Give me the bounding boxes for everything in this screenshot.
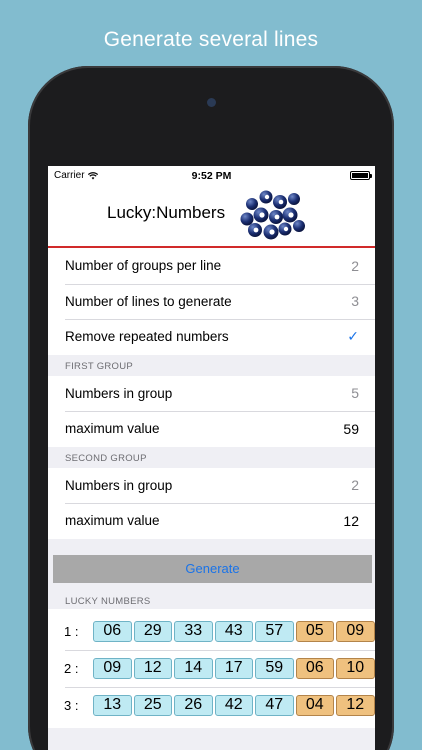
lucky-line-label: 3 : — [64, 697, 79, 713]
first-group: Numbers in group 5 maximum value 59 — [48, 375, 375, 447]
groups-per-line-row[interactable]: Number of groups per line 2 — [48, 248, 375, 284]
main-number: 09 — [93, 657, 132, 679]
first-group-max-value[interactable]: 59 — [343, 421, 359, 437]
lucky-numbers-list: 1 :06 29 33 43 57 05 09 2 :09 12 14 17 59 06 10 3 :13 2… — [48, 608, 375, 728]
main-number: 29 — [133, 620, 172, 642]
app-screen: Carrier 9:52 PM Lucky:Numbers Number of … — [48, 166, 375, 750]
extra-number: 09 — [336, 620, 375, 642]
main-number: 33 — [174, 620, 213, 642]
extra-number: 04 — [295, 694, 334, 716]
promo-headline: Generate several lines — [103, 28, 319, 51]
first-group-numbers-value: 5 — [351, 385, 359, 402]
settings-group: Number of groups per line 2 Number of li… — [48, 248, 375, 355]
main-number: 06 — [93, 620, 132, 642]
front-camera — [207, 98, 216, 107]
extra-number: 06 — [295, 657, 334, 679]
main-number: 42 — [214, 694, 253, 716]
main-number: 47 — [255, 694, 294, 716]
main-number: 57 — [255, 620, 294, 642]
first-group-max-row[interactable]: maximum value 59 — [48, 411, 375, 447]
second-group-numbers-label: Numbers in group — [65, 477, 173, 493]
lines-to-generate-row[interactable]: Number of lines to generate 3 — [48, 283, 375, 320]
extra-number: 05 — [295, 620, 334, 642]
remove-repeated-label: Remove repeated numbers — [65, 329, 229, 345]
first-group-numbers-label: Numbers in group — [65, 385, 173, 401]
lines-to-generate-value: 3 — [351, 293, 359, 310]
main-number: 25 — [133, 694, 172, 716]
extra-number: 12 — [336, 694, 375, 716]
main-number: 13 — [93, 694, 132, 716]
app-title: Lucky:Numbers — [107, 203, 226, 222]
lucky-line: 2 : 09 12 14 17 59 06 10 — [48, 649, 375, 687]
groups-per-line-label: Number of groups per line — [65, 258, 222, 274]
first-group-numbers-row[interactable]: Numbers in group 5 — [48, 376, 375, 412]
lucky-line-label: 2 : — [64, 660, 79, 676]
second-group: Numbers in group 2 maximum value 12 — [48, 467, 375, 539]
status-time: 9:52 PM — [191, 170, 232, 182]
main-number: 14 — [174, 657, 213, 679]
second-group-header: SECOND GROUP — [65, 452, 147, 464]
lucky-numbers-header: LUCKY NUMBERS — [65, 595, 151, 607]
app-header: Lucky:Numbers — [48, 186, 375, 248]
checkmark-icon: ✓ — [347, 328, 359, 345]
extra-number: 10 — [336, 657, 375, 679]
remove-repeated-row[interactable]: Remove repeated numbers ✓ — [48, 319, 375, 355]
lines-to-generate-label: Number of lines to generate — [65, 293, 232, 309]
main-number: 17 — [214, 657, 253, 679]
main-number: 43 — [214, 620, 253, 642]
lucky-line: 1 : 06 29 33 43 57 05 09 — [48, 613, 375, 650]
lucky-line: 3 : 13 25 26 42 47 04 12 — [48, 686, 375, 724]
second-group-numbers-value: 2 — [351, 477, 359, 494]
first-group-header: FIRST GROUP — [65, 360, 134, 372]
second-group-max-row[interactable]: maximum value 12 — [48, 503, 375, 539]
second-group-max-value[interactable]: 12 — [343, 513, 359, 529]
status-bar: Carrier 9:52 PM — [48, 166, 375, 186]
main-number: 26 — [174, 694, 213, 716]
second-group-max-label: maximum value — [65, 513, 160, 529]
second-group-numbers-row[interactable]: Numbers in group 2 — [48, 468, 375, 504]
groups-per-line-value: 2 — [351, 257, 359, 274]
lucky-line-label: 1 : — [64, 623, 79, 639]
battery-icon — [350, 171, 372, 180]
lottery-balls-logo-icon — [240, 190, 305, 240]
generate-button[interactable]: Generate — [53, 554, 372, 583]
main-number: 12 — [133, 657, 172, 679]
first-group-max-label: maximum value — [65, 421, 160, 437]
main-number: 59 — [255, 657, 294, 679]
